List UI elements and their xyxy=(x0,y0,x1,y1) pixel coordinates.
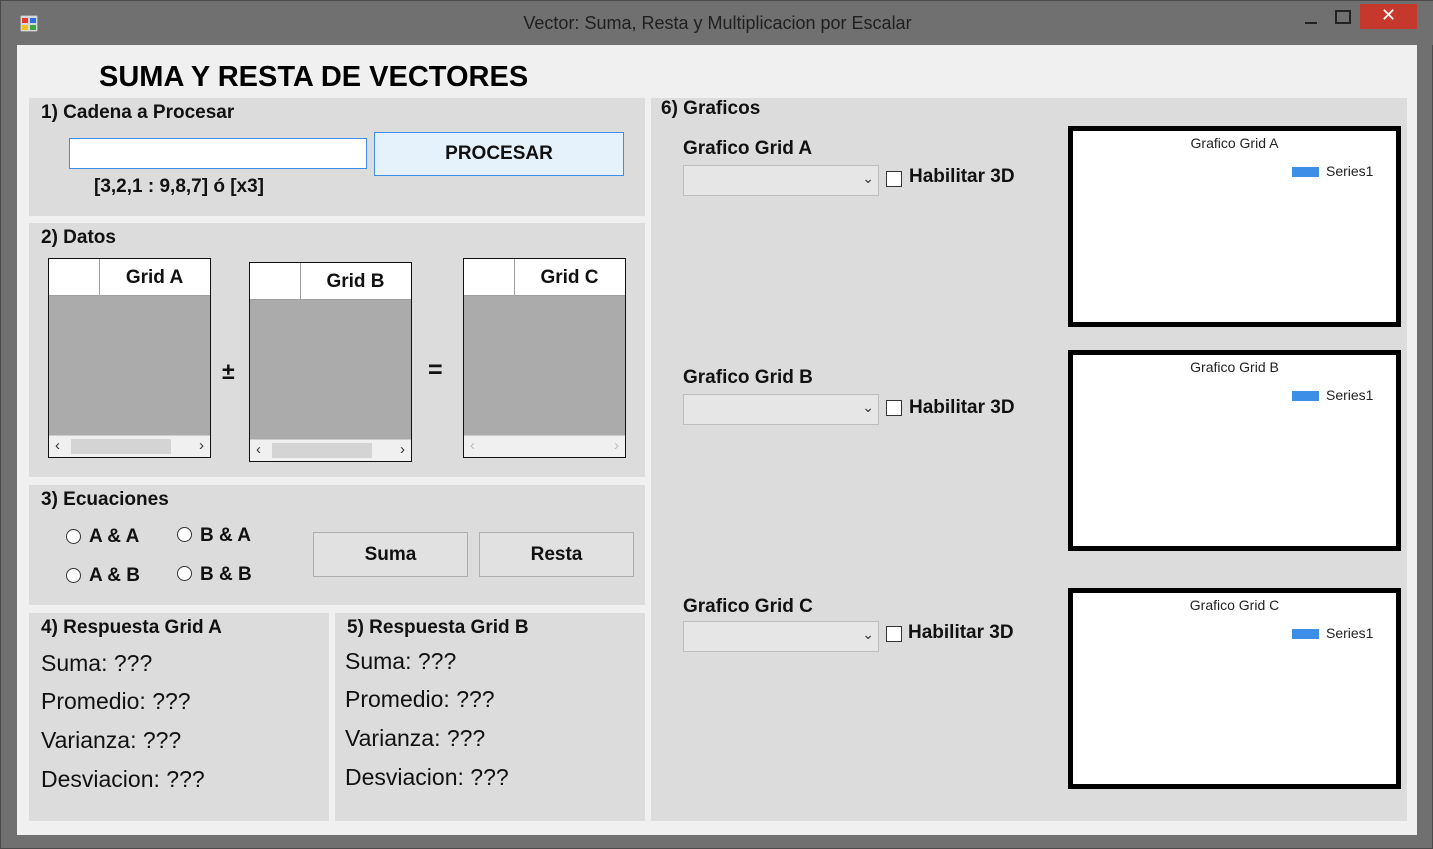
grafico-a-label: Grafico Grid A xyxy=(683,138,813,159)
respuesta-a-suma: Suma: ??? xyxy=(41,650,153,676)
procesar-button[interactable]: PROCESAR xyxy=(374,132,624,176)
plus-minus-operator: ± xyxy=(222,358,235,384)
radio-a-a[interactable] xyxy=(66,529,81,544)
chart-grid-a-legend-label: Series1 xyxy=(1326,163,1374,179)
respuesta-b-suma: Suma: ??? xyxy=(345,648,457,674)
section-datos-heading: 2) Datos xyxy=(41,227,116,248)
chevron-down-icon: ⌄ xyxy=(862,399,874,415)
respuesta-a-desviacion: Desviacion: ??? xyxy=(41,766,205,792)
chart-grid-a-title: Grafico Grid A xyxy=(1190,135,1279,151)
grafico-b-label: Grafico Grid B xyxy=(683,367,813,388)
radio-a-b[interactable] xyxy=(66,568,81,583)
section-respuesta-a: 4) Respuesta Grid A Suma: ??? Promedio: … xyxy=(29,613,329,821)
equals-operator: = xyxy=(428,356,443,384)
section-graficos: 6) Graficos Grafico Grid A ⌄ Habilitar 3… xyxy=(651,98,1407,821)
scroll-right-icon[interactable]: › xyxy=(199,437,204,454)
grid-a-column-header: Grid A xyxy=(125,267,184,288)
app-window: Vector: Suma, Resta y Multiplicacion por… xyxy=(0,0,1433,849)
radio-b-b[interactable] xyxy=(177,566,192,581)
grafico-a-combo[interactable]: ⌄ xyxy=(683,165,879,196)
chart-grid-b-legend-label: Series1 xyxy=(1326,387,1374,403)
scroll-left-icon[interactable]: ‹ xyxy=(55,437,60,454)
respuesta-a-promedio: Promedio: ??? xyxy=(41,688,191,714)
main-title: SUMA Y RESTA DE VECTORES xyxy=(99,61,529,93)
chart-grid-c-title: Grafico Grid C xyxy=(1189,597,1280,613)
grid-b-column-header: Grid B xyxy=(326,271,385,292)
grid-a-hscrollbar[interactable]: ‹ › xyxy=(49,435,210,457)
suma-button[interactable]: Suma xyxy=(313,532,468,577)
radio-b-b-label[interactable]: B & B xyxy=(200,564,252,586)
chart-grid-b: Grafico Grid B Series1 xyxy=(1068,350,1401,551)
chart-grid-c: Grafico Grid C Series1 xyxy=(1068,588,1401,789)
title-bar[interactable]: Vector: Suma, Resta y Multiplicacion por… xyxy=(1,1,1433,45)
section-ecuaciones-heading: 3) Ecuaciones xyxy=(41,489,169,510)
radio-b-a-label[interactable]: B & A xyxy=(200,525,251,547)
grafico-c-combo[interactable]: ⌄ xyxy=(683,621,879,652)
grid-c-hscrollbar[interactable]: ‹ › xyxy=(464,435,625,457)
radio-a-a-label[interactable]: A & A xyxy=(89,526,139,548)
resta-button[interactable]: Resta xyxy=(479,532,634,577)
section-respuesta-a-heading: 4) Respuesta Grid A xyxy=(41,617,222,638)
grafico-c-label: Grafico Grid C xyxy=(683,596,813,617)
radio-a-b-label[interactable]: A & B xyxy=(89,565,140,587)
section-cadena-heading: 1) Cadena a Procesar xyxy=(41,102,235,123)
section-ecuaciones: 3) Ecuaciones A & A B & A A & B B & B Su… xyxy=(29,485,645,605)
section-respuesta-b-heading: 5) Respuesta Grid B xyxy=(347,617,529,638)
minimize-icon[interactable] xyxy=(1297,7,1325,29)
grid-a[interactable]: Grid A ‹ › xyxy=(48,258,211,458)
radio-b-a[interactable] xyxy=(177,527,192,542)
grid-b-hscrollbar[interactable]: ‹ › xyxy=(250,439,411,461)
chevron-down-icon: ⌄ xyxy=(862,170,874,186)
grid-b[interactable]: Grid B ‹ › xyxy=(249,262,412,462)
cadena-hint: [3,2,1 : 9,8,7] ó [x3] xyxy=(94,176,265,197)
grafico-a-3d-checkbox[interactable] xyxy=(886,171,902,187)
grafico-a-3d-label[interactable]: Habilitar 3D xyxy=(909,166,1015,188)
chart-grid-a-legend-swatch xyxy=(1292,167,1319,177)
respuesta-a-varianza: Varianza: ??? xyxy=(41,727,182,753)
grid-c-column-header: Grid C xyxy=(540,267,599,288)
window-title: Vector: Suma, Resta y Multiplicacion por… xyxy=(523,13,912,33)
scroll-left-icon[interactable]: ‹ xyxy=(256,441,261,458)
maximize-icon[interactable] xyxy=(1329,7,1357,29)
close-button[interactable]: ✕ xyxy=(1360,4,1417,29)
section-datos: 2) Datos Grid A ‹ › ± Grid B ‹ › = Grid … xyxy=(29,223,645,477)
close-icon: ✕ xyxy=(1380,5,1397,25)
section-graficos-heading: 6) Graficos xyxy=(661,98,761,119)
scroll-right-icon[interactable]: › xyxy=(614,437,619,454)
chart-grid-c-legend-swatch xyxy=(1292,629,1319,639)
scroll-left-icon[interactable]: ‹ xyxy=(470,437,475,454)
chevron-down-icon: ⌄ xyxy=(862,626,874,642)
grafico-c-3d-checkbox[interactable] xyxy=(886,626,902,642)
section-respuesta-b: 5) Respuesta Grid B Suma: ??? Promedio: … xyxy=(335,613,645,821)
grafico-b-3d-label[interactable]: Habilitar 3D xyxy=(909,397,1015,419)
form-client-area: SUMA Y RESTA DE VECTORES 1) Cadena a Pro… xyxy=(17,45,1417,835)
respuesta-b-promedio: Promedio: ??? xyxy=(345,686,495,712)
grafico-b-3d-checkbox[interactable] xyxy=(886,400,902,416)
grafico-c-3d-label[interactable]: Habilitar 3D xyxy=(908,622,1014,644)
section-cadena: 1) Cadena a Procesar PROCESAR [3,2,1 : 9… xyxy=(29,98,645,216)
grafico-b-combo[interactable]: ⌄ xyxy=(683,394,879,425)
chart-grid-c-legend-label: Series1 xyxy=(1326,625,1374,641)
grid-c[interactable]: Grid C ‹ › xyxy=(463,258,626,458)
respuesta-b-varianza: Varianza: ??? xyxy=(345,725,486,751)
cadena-input[interactable] xyxy=(69,138,367,169)
chart-grid-b-title: Grafico Grid B xyxy=(1190,359,1279,375)
chart-grid-a: Grafico Grid A Series1 xyxy=(1068,126,1401,327)
respuesta-b-desviacion: Desviacion: ??? xyxy=(345,764,509,790)
chart-grid-b-legend-swatch xyxy=(1292,391,1319,401)
scroll-right-icon[interactable]: › xyxy=(400,441,405,458)
